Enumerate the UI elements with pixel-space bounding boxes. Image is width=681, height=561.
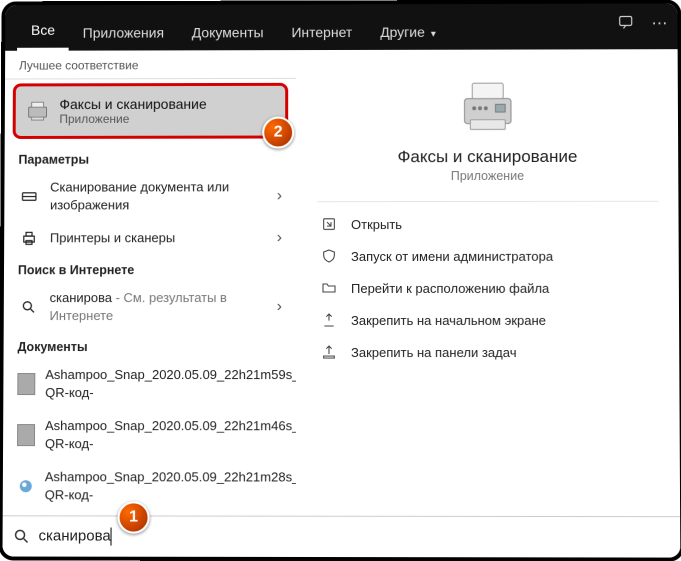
document-icon (17, 424, 35, 446)
tab-internet[interactable]: Интернет (277, 14, 366, 50)
admin-icon (319, 248, 339, 264)
preview-subtitle: Приложение (317, 169, 658, 183)
topbar: Все Приложения Документы Интернет Другие… (5, 3, 677, 50)
search-icon (18, 299, 40, 315)
folder-icon (319, 280, 339, 296)
document-label: Ashampoo_Snap_2020.05.09_22h21m28s_033_С… (45, 469, 297, 505)
results-column: Лучшее соответствие Факсы и сканирование… (3, 50, 297, 517)
best-match-title: Факсы и сканирование (59, 96, 206, 112)
settings-item-label: Принтеры и сканеры (50, 229, 267, 247)
settings-header: Параметры (5, 144, 297, 170)
chevron-right-icon: › (277, 229, 282, 247)
tab-all[interactable]: Все (17, 12, 69, 51)
preview-actions: Открыть Запуск от имени администратора П… (317, 201, 659, 368)
settings-item-label: Сканирование документа или изображения (50, 178, 267, 213)
best-match-subtitle: Приложение (59, 112, 206, 126)
web-header: Поиск в Интернете (4, 255, 296, 281)
action-run-as-admin[interactable]: Запуск от имени администратора (317, 240, 659, 272)
search-bar[interactable]: сканирова (2, 515, 680, 557)
action-label: Перейти к расположению файла (351, 280, 549, 295)
action-open-location[interactable]: Перейти к расположению файла (317, 272, 659, 304)
search-input[interactable]: сканирова (38, 527, 111, 545)
action-pin-start[interactable]: Закрепить на начальном экране (317, 304, 659, 336)
tab-apps[interactable]: Приложения (69, 15, 178, 51)
preview-title: Факсы и сканирование (317, 147, 658, 167)
web-search-label: сканирова - См. результаты в Интернете (50, 289, 267, 324)
content-body: Лучшее соответствие Факсы и сканирование… (3, 49, 680, 517)
best-match-header: Лучшее соответствие (5, 50, 296, 79)
action-label: Закрепить на панели задач (351, 345, 517, 360)
search-panel: Все Приложения Документы Интернет Другие… (0, 0, 681, 560)
fax-icon (26, 99, 50, 123)
printer-icon (18, 229, 40, 247)
scanner-icon (18, 187, 40, 205)
action-label: Закрепить на начальном экране (351, 312, 546, 327)
image-icon (17, 477, 35, 495)
chevron-right-icon: › (277, 298, 282, 316)
tab-documents[interactable]: Документы (178, 14, 278, 50)
pin-taskbar-icon (319, 344, 339, 360)
best-match-item[interactable]: Факсы и сканирование Приложение 2 (13, 83, 289, 139)
open-icon (319, 216, 339, 232)
document-item[interactable]: Ashampoo_Snap_2020.05.09_22h21m46s_035_С… (3, 409, 296, 460)
document-item[interactable]: Ashampoo_Snap_2020.05.09_22h21m28s_033_С… (3, 461, 296, 513)
web-search-item[interactable]: сканирова - См. результаты в Интернете › (4, 281, 296, 332)
tab-more[interactable]: Другие▾ (366, 14, 450, 50)
more-icon[interactable]: ⋯ (651, 13, 667, 33)
search-icon (13, 527, 31, 545)
annotation-badge-1: 1 (118, 501, 150, 533)
preview-column: Факсы и сканирование Приложение Открыть … (297, 49, 680, 517)
document-label: Ashampoo_Snap_2020.05.09_22h21m59s_036_С… (45, 366, 297, 401)
action-label: Запуск от имени администратора (351, 248, 553, 263)
document-label: Ashampoo_Snap_2020.05.09_22h21m46s_035_С… (45, 417, 297, 452)
annotation-badge-2: 2 (262, 117, 294, 149)
action-open[interactable]: Открыть (317, 208, 659, 240)
settings-item-scan[interactable]: Сканирование документа или изображения › (4, 170, 296, 221)
documents-header: Документы (4, 332, 296, 358)
chevron-down-icon: ▾ (431, 29, 436, 40)
document-icon (17, 373, 35, 395)
action-pin-taskbar[interactable]: Закрепить на панели задач (317, 336, 659, 368)
chevron-right-icon: › (277, 187, 282, 205)
pin-start-icon (319, 312, 339, 328)
action-label: Открыть (351, 217, 402, 232)
fax-icon (456, 75, 518, 137)
scope-tabs: Все Приложения Документы Интернет Другие… (17, 11, 450, 51)
document-item[interactable]: Ashampoo_Snap_2020.05.09_22h21m59s_036_С… (3, 358, 296, 409)
settings-item-printers[interactable]: Принтеры и сканеры › (4, 221, 296, 255)
feedback-icon[interactable] (617, 13, 635, 33)
